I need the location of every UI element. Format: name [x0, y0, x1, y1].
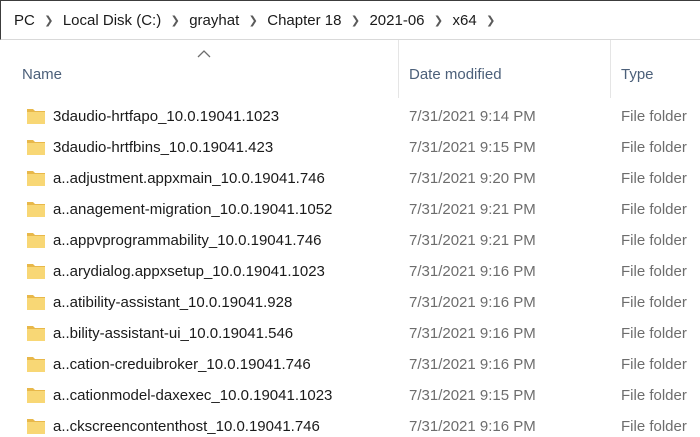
file-type: File folder: [621, 108, 687, 125]
file-type: File folder: [621, 387, 687, 404]
folder-icon: [27, 419, 45, 434]
breadcrumb-local-disk[interactable]: Local Disk (C:): [62, 12, 162, 29]
chevron-right-icon[interactable]: ❯: [342, 14, 368, 27]
file-type: File folder: [621, 418, 687, 435]
breadcrumb-pc[interactable]: PC: [13, 12, 36, 29]
column-header-date-label: Date modified: [409, 66, 502, 83]
file-name: 3daudio-hrtfapo_10.0.19041.1023: [53, 108, 280, 125]
file-name: a..arydialog.appxsetup_10.0.19041.1023: [53, 263, 325, 280]
folder-icon: [27, 295, 45, 310]
column-header-row: Name Date modified Type: [0, 40, 700, 98]
list-item[interactable]: a..cation-creduibroker_10.0.19041.746 7/3…: [0, 349, 700, 380]
sort-up-chevron-icon: [197, 50, 211, 58]
column-header-name-label: Name: [22, 66, 63, 83]
list-item[interactable]: a..cationmodel-daxexec_10.0.19041.1023 7/…: [0, 380, 700, 411]
file-name: a..anagement-migration_10.0.19041.1052: [53, 201, 333, 218]
date-modified: 7/31/2021 9:14 PM: [409, 108, 536, 125]
file-type: File folder: [621, 325, 687, 342]
chevron-right-icon[interactable]: ❯: [36, 14, 62, 27]
file-type: File folder: [621, 201, 687, 218]
list-item[interactable]: 3daudio-hrtfapo_10.0.19041.1023 7/31/2021…: [0, 101, 700, 132]
column-header-type[interactable]: Type: [610, 40, 700, 98]
file-type: File folder: [621, 294, 687, 311]
folder-icon: [27, 264, 45, 279]
file-name: 3daudio-hrtfbins_10.0.19041.423: [53, 139, 274, 156]
folder-icon: [27, 109, 45, 124]
folder-icon: [27, 388, 45, 403]
file-type: File folder: [621, 263, 687, 280]
folder-icon: [27, 326, 45, 341]
date-modified: 7/31/2021 9:16 PM: [409, 418, 536, 435]
file-explorer-window: PC ❯ Local Disk (C:) ❯ grayhat ❯ Chapter…: [0, 0, 700, 437]
breadcrumb-x64[interactable]: x64: [452, 12, 478, 29]
file-name: a..cation-creduibroker_10.0.19041.746: [53, 356, 311, 373]
folder-icon: [27, 171, 45, 186]
address-bar[interactable]: PC ❯ Local Disk (C:) ❯ grayhat ❯ Chapter…: [0, 0, 700, 40]
list-item[interactable]: a..atibility-assistant_10.0.19041.928 7/3…: [0, 287, 700, 318]
file-type: File folder: [621, 139, 687, 156]
chevron-right-icon[interactable]: ❯: [478, 14, 504, 27]
list-item[interactable]: a..adjustment.appxmain_10.0.19041.746 7/3…: [0, 163, 700, 194]
folder-icon: [27, 357, 45, 372]
date-modified: 7/31/2021 9:20 PM: [409, 170, 536, 187]
breadcrumb-2021-06[interactable]: 2021-06: [368, 12, 425, 29]
date-modified: 7/31/2021 9:16 PM: [409, 263, 536, 280]
date-modified: 7/31/2021 9:16 PM: [409, 356, 536, 373]
file-name: a..appvprogrammability_10.0.19041.746: [53, 232, 322, 249]
file-name: a..cationmodel-daxexec_10.0.19041.1023: [53, 387, 333, 404]
file-name: a..atibility-assistant_10.0.19041.928: [53, 294, 293, 311]
file-name: a..ckscreencontenthost_10.0.19041.746: [53, 418, 320, 435]
column-header-type-label: Type: [621, 66, 654, 83]
file-name: a..bility-assistant-ui_10.0.19041.546: [53, 325, 294, 342]
date-modified: 7/31/2021 9:15 PM: [409, 387, 536, 404]
chevron-right-icon[interactable]: ❯: [240, 14, 266, 27]
chevron-right-icon[interactable]: ❯: [426, 14, 452, 27]
column-header-date-modified[interactable]: Date modified: [398, 40, 610, 98]
list-item[interactable]: a..appvprogrammability_10.0.19041.746 7/3…: [0, 225, 700, 256]
list-item[interactable]: a..ckscreencontenthost_10.0.19041.746 7/3…: [0, 411, 700, 437]
chevron-right-icon[interactable]: ❯: [162, 14, 188, 27]
date-modified: 7/31/2021 9:16 PM: [409, 294, 536, 311]
file-list: 3daudio-hrtfapo_10.0.19041.1023 7/31/2021…: [0, 101, 700, 437]
folder-icon: [27, 202, 45, 217]
file-type: File folder: [621, 170, 687, 187]
list-item[interactable]: a..bility-assistant-ui_10.0.19041.546 7/3…: [0, 318, 700, 349]
list-item[interactable]: 3daudio-hrtfbins_10.0.19041.423 7/31/2021…: [0, 132, 700, 163]
date-modified: 7/31/2021 9:16 PM: [409, 325, 536, 342]
list-item[interactable]: a..arydialog.appxsetup_10.0.19041.1023 7/…: [0, 256, 700, 287]
date-modified: 7/31/2021 9:15 PM: [409, 139, 536, 156]
file-type: File folder: [621, 356, 687, 373]
file-name: a..adjustment.appxmain_10.0.19041.746: [53, 170, 325, 187]
column-header-name[interactable]: Name: [0, 40, 398, 98]
date-modified: 7/31/2021 9:21 PM: [409, 201, 536, 218]
file-type: File folder: [621, 232, 687, 249]
list-item[interactable]: a..anagement-migration_10.0.19041.1052 7/…: [0, 194, 700, 225]
date-modified: 7/31/2021 9:21 PM: [409, 232, 536, 249]
breadcrumb-grayhat[interactable]: grayhat: [188, 12, 240, 29]
breadcrumb-chapter-18[interactable]: Chapter 18: [266, 12, 342, 29]
folder-icon: [27, 140, 45, 155]
folder-icon: [27, 233, 45, 248]
